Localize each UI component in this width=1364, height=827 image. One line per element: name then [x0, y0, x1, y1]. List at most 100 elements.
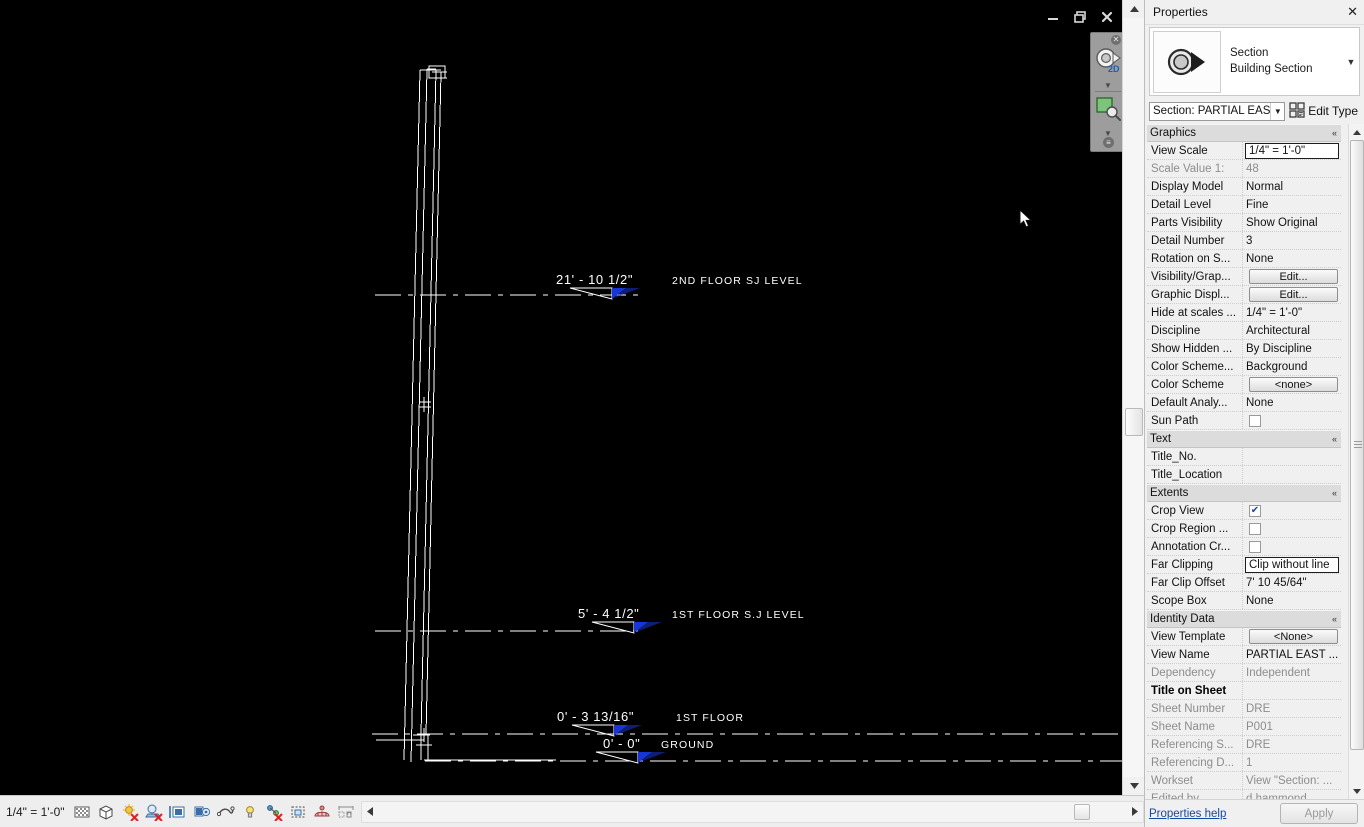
properties-close-icon[interactable]: ✕ — [1347, 4, 1358, 20]
level-marker[interactable]: 5' - 4 1/2" 1ST FLOOR S.J LEVEL — [375, 606, 805, 634]
minimize-button[interactable] — [1044, 8, 1062, 26]
level-marker[interactable]: 0' - 0" GROUND — [425, 736, 1122, 764]
apply-button[interactable]: Apply — [1280, 803, 1358, 824]
property-value-button[interactable]: <None> — [1249, 629, 1338, 644]
shadows-off-icon[interactable] — [144, 803, 163, 822]
property-row[interactable]: Detail Number 3 — [1147, 232, 1341, 250]
property-value[interactable]: Fine — [1243, 196, 1341, 213]
window-controls[interactable] — [1044, 8, 1116, 26]
level-elevation-text[interactable]: 0' - 3 13/16" — [557, 709, 634, 724]
property-group-header[interactable]: Extents « — [1147, 484, 1341, 502]
close-button[interactable] — [1098, 8, 1116, 26]
property-value[interactable]: Edit... — [1243, 286, 1341, 303]
property-value[interactable]: None — [1243, 250, 1341, 267]
level-marker[interactable]: 0' - 3 13/16" 1ST FLOOR — [372, 709, 1122, 737]
hscroll-right-button[interactable] — [1127, 802, 1143, 822]
property-row[interactable]: Sheet Name P001 — [1147, 718, 1341, 736]
property-value-button[interactable]: Edit... — [1249, 269, 1338, 284]
property-value[interactable]: By Discipline — [1243, 340, 1341, 357]
temporary-hide-isolate-icon[interactable] — [193, 803, 211, 821]
property-row[interactable]: Show Hidden ... By Discipline — [1147, 340, 1341, 358]
chevron-up-icon[interactable]: « — [1332, 614, 1337, 624]
level-elevation-text[interactable]: 5' - 4 1/2" — [578, 606, 639, 621]
property-value[interactable]: None — [1243, 394, 1341, 411]
view-control-bar[interactable]: 1/4" = 1'-0" — [0, 795, 1144, 827]
type-selector-caret-icon[interactable]: ▼ — [1343, 57, 1359, 67]
property-value-checkbox[interactable] — [1249, 522, 1261, 535]
property-row[interactable]: Title_No. — [1147, 448, 1341, 466]
property-value[interactable]: 1/4" = 1'-0" — [1243, 304, 1341, 321]
property-value[interactable]: d.hammond — [1243, 790, 1341, 800]
drawing-canvas[interactable]: 21' - 10 1/2" 2ND FLOOR SJ LEVEL 5' - 4 1/… — [0, 0, 1122, 795]
canvas-vertical-scrollbar[interactable] — [1122, 0, 1145, 795]
properties-scroll-up-button[interactable] — [1349, 124, 1364, 140]
navigation-bar-options-icon[interactable]: ≡ — [1103, 137, 1114, 148]
properties-scroll-thumb[interactable] — [1350, 140, 1364, 750]
view-scale-label[interactable]: 1/4" = 1'-0" — [0, 805, 73, 819]
property-row[interactable]: Title on Sheet — [1147, 682, 1341, 700]
property-row[interactable]: Title_Location — [1147, 466, 1341, 484]
property-value-button[interactable]: Edit... — [1249, 287, 1338, 302]
temporary-view-properties-icon[interactable] — [241, 803, 259, 821]
property-value[interactable]: DRE — [1243, 736, 1341, 753]
canvas-horizontal-scrollbar[interactable] — [360, 800, 1144, 823]
canvas-scroll-up-button[interactable] — [1123, 0, 1145, 18]
navigation-bar-close-icon[interactable]: ✕ — [1111, 35, 1121, 45]
design-options-icon[interactable] — [337, 803, 355, 821]
canvas-vertical-scroll-track[interactable] — [1123, 18, 1145, 777]
reveal-hidden-elements-icon[interactable] — [216, 803, 235, 821]
property-row[interactable]: Crop Region ... — [1147, 520, 1341, 538]
property-value[interactable]: PARTIAL EAST ... — [1243, 646, 1341, 663]
properties-vertical-scrollbar[interactable] — [1348, 124, 1364, 799]
property-value[interactable] — [1243, 412, 1341, 429]
property-row[interactable]: Sun Path — [1147, 412, 1341, 430]
worksharing-display-icon[interactable] — [313, 803, 331, 821]
property-row[interactable]: Hide at scales ... 1/4" = 1'-0" — [1147, 304, 1341, 322]
property-row[interactable]: Referencing S... DRE — [1147, 736, 1341, 754]
type-selector[interactable]: Section Building Section ▼ — [1149, 27, 1360, 96]
property-row[interactable]: Edited by d.hammond — [1147, 790, 1341, 799]
property-row[interactable]: View Scale 1/4" = 1'-0" — [1147, 142, 1341, 160]
properties-grid[interactable]: Graphics «View Scale 1/4" = 1'-0" Scale Val… — [1147, 124, 1341, 799]
canvas-scroll-down-button[interactable] — [1123, 777, 1145, 795]
property-row[interactable]: Sheet Number DRE — [1147, 700, 1341, 718]
chevron-up-icon[interactable]: « — [1332, 434, 1337, 444]
properties-help-link[interactable]: Properties help — [1149, 808, 1226, 820]
property-row[interactable]: Visibility/Grap... Edit... — [1147, 268, 1341, 286]
property-value-checkbox[interactable]: ✔ — [1249, 504, 1261, 517]
hscroll-left-button[interactable] — [362, 802, 378, 822]
property-row[interactable]: Default Analy... None — [1147, 394, 1341, 412]
property-value[interactable]: None — [1243, 592, 1341, 609]
canvas-vertical-scroll-thumb[interactable] — [1125, 408, 1143, 436]
horizontal-scroll-thumb[interactable] — [1073, 803, 1090, 820]
wheel-dropdown-caret-icon[interactable]: ▼ — [1091, 81, 1122, 90]
property-row[interactable]: View Name PARTIAL EAST ... — [1147, 646, 1341, 664]
property-row[interactable]: Detail Level Fine — [1147, 196, 1341, 214]
property-value[interactable]: 7' 10 45/64" — [1243, 574, 1341, 591]
properties-scroll-down-button[interactable] — [1349, 783, 1364, 799]
property-value[interactable]: <None> — [1243, 628, 1341, 645]
property-row[interactable]: Color Scheme... Background — [1147, 358, 1341, 376]
level-name-text[interactable]: 1ST FLOOR — [676, 712, 744, 724]
property-row[interactable]: Parts Visibility Show Original — [1147, 214, 1341, 232]
property-row[interactable]: Far Clip Offset 7' 10 45/64" — [1147, 574, 1341, 592]
chevron-up-icon[interactable]: « — [1332, 488, 1337, 498]
edit-type-button[interactable]: Edit Type — [1289, 101, 1360, 121]
property-row[interactable]: Referencing D... 1 — [1147, 754, 1341, 772]
level-name-text[interactable]: 1ST FLOOR S.J LEVEL — [672, 609, 805, 621]
level-marker[interactable]: 21' - 10 1/2" 2ND FLOOR SJ LEVEL — [375, 272, 803, 300]
property-row[interactable]: Discipline Architectural — [1147, 322, 1341, 340]
property-value[interactable] — [1243, 448, 1341, 465]
property-value[interactable]: Edit... — [1243, 268, 1341, 285]
property-row[interactable]: Annotation Cr... — [1147, 538, 1341, 556]
property-value-checkbox[interactable] — [1249, 540, 1261, 553]
property-value[interactable]: Normal — [1243, 178, 1341, 195]
property-value[interactable]: 3 — [1243, 232, 1341, 249]
property-value[interactable]: ✔ — [1243, 502, 1341, 519]
property-value[interactable] — [1243, 520, 1341, 537]
navigation-bar[interactable]: ✕ 2D ▼ ▼ ≡ — [1090, 32, 1122, 152]
level-name-text[interactable]: GROUND — [661, 739, 714, 751]
sun-path-off-icon[interactable] — [121, 803, 139, 822]
restore-button[interactable] — [1071, 8, 1089, 26]
property-value[interactable]: Clip without line — [1245, 556, 1339, 573]
